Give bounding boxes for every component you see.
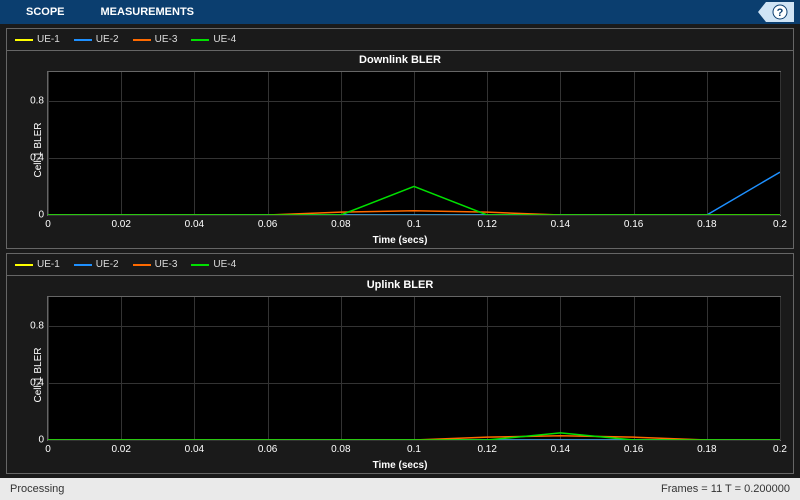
xtick: 0.12 [477, 444, 496, 455]
legend-uplink: UE-1 UE-2 UE-3 UE-4 [7, 254, 793, 276]
legend-swatch [74, 264, 92, 266]
xtick: 0.14 [551, 444, 570, 455]
panel-downlink: UE-1 UE-2 UE-3 UE-4 Downlink BLER Cell-1 BL… [6, 28, 794, 249]
header-bar: SCOPE MEASUREMENTS ? [0, 0, 800, 24]
xtick: 0.18 [697, 219, 716, 230]
legend-label: UE-4 [213, 259, 236, 270]
legend-label: UE-1 [37, 259, 60, 270]
legend-swatch [191, 264, 209, 266]
tab-measurements[interactable]: MEASUREMENTS [83, 6, 213, 18]
panel-uplink: UE-1 UE-2 UE-3 UE-4 Uplink BLER Cell-1 BLER… [6, 253, 794, 474]
legend-label: UE-3 [155, 259, 178, 270]
legend-item-ue-4[interactable]: UE-4 [191, 34, 236, 45]
xtick: 0.18 [697, 444, 716, 455]
tab-scope[interactable]: SCOPE [8, 6, 83, 18]
xlabel-downlink: Time (secs) [373, 235, 428, 246]
legend-swatch [191, 39, 209, 41]
help-button[interactable]: ? [756, 0, 796, 24]
xtick: 0.04 [185, 219, 204, 230]
ytick: 0.4 [30, 152, 44, 163]
legend-label: UE-4 [213, 34, 236, 45]
ytick: 0.4 [30, 377, 44, 388]
chart-title-uplink: Uplink BLER [7, 276, 793, 294]
status-bar: Processing Frames = 11 T = 0.200000 [0, 478, 800, 500]
ylabel-uplink: Cell-1 BLER [33, 347, 44, 402]
plot-downlink[interactable]: 00.40.800.020.040.060.080.10.120.140.160… [47, 71, 781, 216]
ytick: 0.8 [30, 95, 44, 106]
legend-label: UE-1 [37, 34, 60, 45]
xtick: 0.08 [331, 219, 350, 230]
xtick: 0.08 [331, 444, 350, 455]
xtick: 0.12 [477, 219, 496, 230]
legend-downlink: UE-1 UE-2 UE-3 UE-4 [7, 29, 793, 51]
xtick: 0.14 [551, 219, 570, 230]
legend-item-ue-1[interactable]: UE-1 [15, 34, 60, 45]
xtick: 0.2 [773, 444, 787, 455]
xtick: 0.06 [258, 444, 277, 455]
legend-item-ue-3[interactable]: UE-3 [133, 259, 178, 270]
xtick: 0.16 [624, 219, 643, 230]
xtick: 0.02 [111, 219, 130, 230]
series-ue-2 [48, 172, 780, 215]
legend-item-ue-1[interactable]: UE-1 [15, 259, 60, 270]
status-left: Processing [10, 483, 64, 495]
legend-item-ue-4[interactable]: UE-4 [191, 259, 236, 270]
help-icon: ? [758, 2, 794, 22]
xtick: 0.02 [111, 444, 130, 455]
xtick: 0.2 [773, 219, 787, 230]
xlabel-uplink: Time (secs) [373, 460, 428, 471]
ytick: 0 [38, 210, 44, 221]
xtick: 0.04 [185, 444, 204, 455]
xtick: 0.16 [624, 444, 643, 455]
legend-label: UE-3 [155, 34, 178, 45]
status-right: Frames = 11 T = 0.200000 [661, 483, 790, 495]
legend-label: UE-2 [96, 259, 119, 270]
ytick: 0.8 [30, 320, 44, 331]
legend-swatch [15, 39, 33, 41]
legend-item-ue-3[interactable]: UE-3 [133, 34, 178, 45]
legend-item-ue-2[interactable]: UE-2 [74, 34, 119, 45]
plot-uplink[interactable]: 00.40.800.020.040.060.080.10.120.140.160… [47, 296, 781, 441]
svg-text:?: ? [777, 7, 784, 19]
legend-swatch [15, 264, 33, 266]
legend-item-ue-2[interactable]: UE-2 [74, 259, 119, 270]
legend-swatch [133, 39, 151, 41]
xtick: 0 [45, 219, 51, 230]
xtick: 0.06 [258, 219, 277, 230]
panels-container: UE-1 UE-2 UE-3 UE-4 Downlink BLER Cell-1 BL… [0, 24, 800, 478]
xtick: 0.1 [407, 444, 421, 455]
xtick: 0.1 [407, 219, 421, 230]
legend-swatch [133, 264, 151, 266]
chart-title-downlink: Downlink BLER [7, 51, 793, 69]
ytick: 0 [38, 435, 44, 446]
xtick: 0 [45, 444, 51, 455]
legend-swatch [74, 39, 92, 41]
legend-label: UE-2 [96, 34, 119, 45]
ylabel-downlink: Cell-1 BLER [33, 122, 44, 177]
